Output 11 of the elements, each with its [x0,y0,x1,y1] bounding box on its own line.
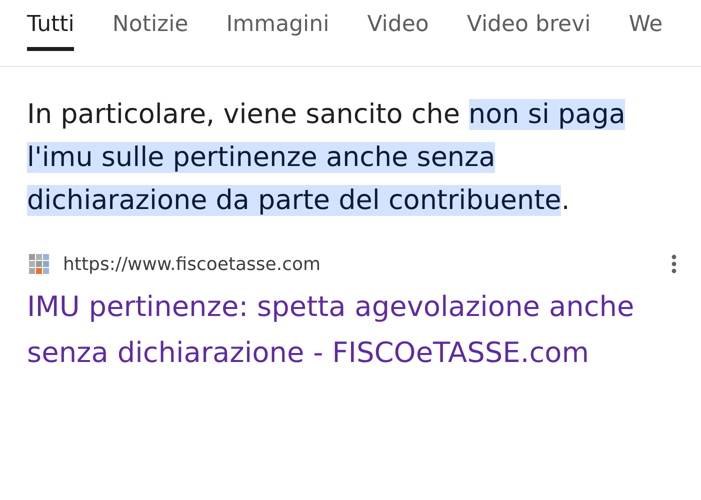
search-tab[interactable]: Immagini [226,0,330,51]
result-title-link[interactable]: IMU pertinenze: spetta agevolazione anche senza dichiarazione - FISCOeTASSE.com [27,284,681,376]
search-tab[interactable]: Video brevi [466,0,591,51]
more-options-icon[interactable] [671,254,677,274]
site-favicon-icon [27,252,51,276]
search-tab[interactable]: Notizie [112,0,188,51]
search-tab[interactable]: We [628,0,663,51]
search-tab[interactable]: Video [367,0,429,51]
result-url: https://www.fiscoetasse.com [63,254,322,274]
search-tab[interactable]: Tutti [27,0,74,51]
featured-snippet-text: In particolare, viene sancito che non si paga l'imu sulle pertinenze anche senza dichiarazione da parte del contribuente. [27,98,626,218]
